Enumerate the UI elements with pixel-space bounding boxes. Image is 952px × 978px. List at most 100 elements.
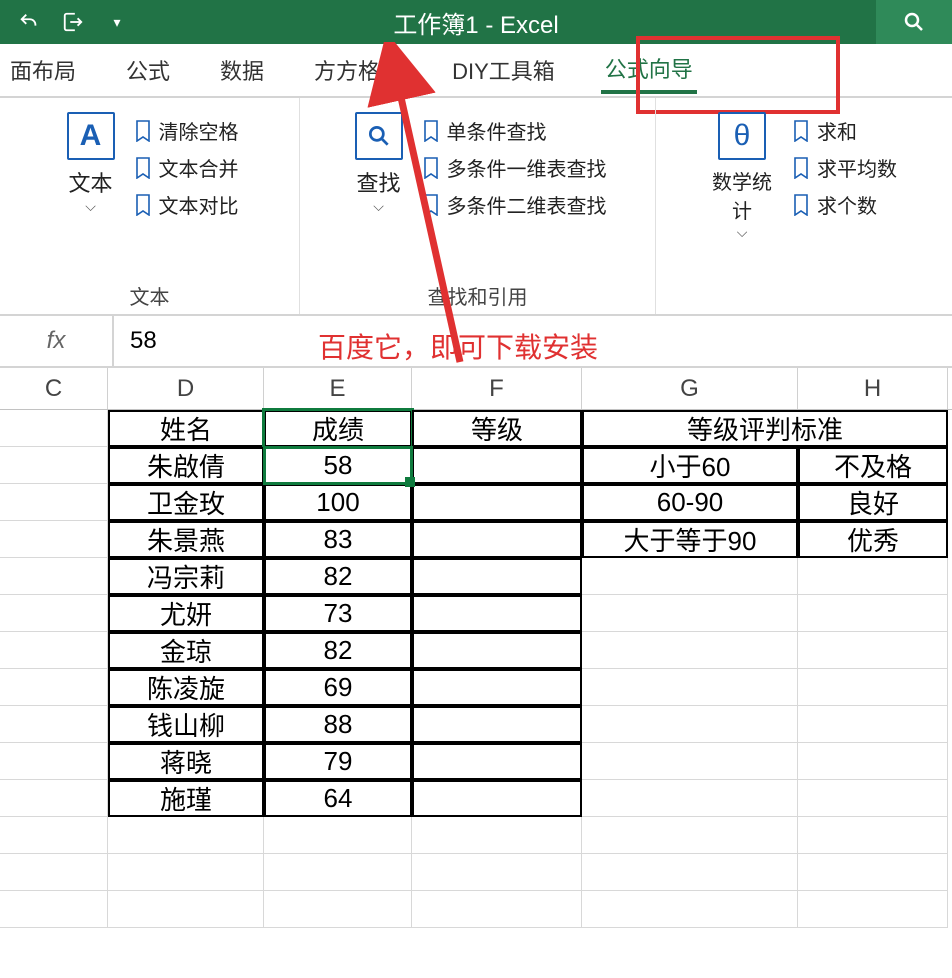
qat-customize-icon[interactable]: ▾ bbox=[106, 11, 128, 33]
cell[interactable] bbox=[412, 817, 582, 854]
col-header-F[interactable]: F bbox=[412, 368, 582, 409]
col-header-D[interactable]: D bbox=[108, 368, 264, 409]
cell[interactable] bbox=[0, 669, 108, 706]
tab-diy-toolbox[interactable]: DIY工具箱 bbox=[448, 48, 559, 92]
cell[interactable] bbox=[582, 706, 798, 743]
cell[interactable] bbox=[0, 447, 108, 484]
cell[interactable] bbox=[412, 632, 582, 669]
find-dropdown-button[interactable]: 查找 ⌵ bbox=[349, 106, 409, 215]
cell[interactable] bbox=[412, 521, 582, 558]
cell[interactable]: 不及格 bbox=[798, 447, 948, 484]
cell[interactable] bbox=[582, 743, 798, 780]
cell[interactable] bbox=[798, 558, 948, 595]
cell[interactable] bbox=[412, 891, 582, 928]
cell[interactable] bbox=[108, 854, 264, 891]
cell[interactable] bbox=[412, 706, 582, 743]
cell[interactable] bbox=[412, 669, 582, 706]
cell[interactable]: 尤妍 bbox=[108, 595, 264, 632]
cell[interactable] bbox=[798, 854, 948, 891]
cell[interactable] bbox=[0, 558, 108, 595]
cell[interactable] bbox=[582, 854, 798, 891]
cell[interactable] bbox=[0, 891, 108, 928]
cell[interactable] bbox=[412, 558, 582, 595]
cmd-sum[interactable]: 求和 bbox=[793, 116, 897, 145]
tab-formula[interactable]: 公式 bbox=[122, 48, 174, 92]
cell[interactable]: 姓名 bbox=[108, 410, 264, 447]
search-button[interactable] bbox=[876, 0, 952, 44]
cell[interactable]: 朱景燕 bbox=[108, 521, 264, 558]
cell[interactable]: 大于等于90 bbox=[582, 521, 798, 558]
cell[interactable]: 等级 bbox=[412, 410, 582, 447]
cell[interactable] bbox=[582, 817, 798, 854]
save-as-icon[interactable] bbox=[62, 11, 84, 33]
cell[interactable] bbox=[798, 706, 948, 743]
cell[interactable] bbox=[0, 410, 108, 447]
cell[interactable] bbox=[412, 743, 582, 780]
cell[interactable] bbox=[0, 743, 108, 780]
cmd-clear-spaces[interactable]: 清除空格 bbox=[135, 116, 239, 145]
cell[interactable] bbox=[582, 780, 798, 817]
cell[interactable] bbox=[264, 817, 412, 854]
tab-fangfang[interactable]: 方方格子 bbox=[310, 48, 406, 92]
tab-data[interactable]: 数据 bbox=[216, 48, 268, 92]
cell[interactable] bbox=[582, 632, 798, 669]
cell[interactable] bbox=[412, 780, 582, 817]
cell[interactable] bbox=[798, 632, 948, 669]
cmd-count[interactable]: 求个数 bbox=[793, 190, 897, 219]
cmd-text-compare[interactable]: 文本对比 bbox=[135, 190, 239, 219]
cell[interactable] bbox=[0, 854, 108, 891]
cell[interactable]: 100 bbox=[264, 484, 412, 521]
tab-formula-wizard[interactable]: 公式向导 bbox=[601, 46, 697, 94]
cell[interactable] bbox=[412, 854, 582, 891]
spreadsheet-grid[interactable]: CDEFGH 姓名成绩等级等级评判标准朱啟倩58小于60不及格卫金玫10060-… bbox=[0, 368, 952, 928]
cell[interactable]: 冯宗莉 bbox=[108, 558, 264, 595]
tab-page-layout[interactable]: 面布局 bbox=[6, 48, 80, 92]
cell[interactable] bbox=[0, 706, 108, 743]
cell[interactable] bbox=[0, 817, 108, 854]
cell[interactable]: 82 bbox=[264, 632, 412, 669]
cell[interactable] bbox=[798, 669, 948, 706]
cell[interactable] bbox=[412, 595, 582, 632]
cmd-multi-2d-lookup[interactable]: 多条件二维表查找 bbox=[423, 190, 607, 219]
cell[interactable] bbox=[798, 817, 948, 854]
cell[interactable] bbox=[798, 891, 948, 928]
cmd-average[interactable]: 求平均数 bbox=[793, 153, 897, 182]
fx-label[interactable]: fx bbox=[0, 316, 114, 366]
text-dropdown-button[interactable]: A 文本 ⌵ bbox=[61, 106, 121, 215]
cell[interactable]: 88 bbox=[264, 706, 412, 743]
cmd-text-merge[interactable]: 文本合并 bbox=[135, 153, 239, 182]
col-header-G[interactable]: G bbox=[582, 368, 798, 409]
cell[interactable]: 69 bbox=[264, 669, 412, 706]
cell[interactable]: 83 bbox=[264, 521, 412, 558]
cell[interactable]: 朱啟倩 bbox=[108, 447, 264, 484]
cell[interactable] bbox=[264, 854, 412, 891]
cell[interactable]: 73 bbox=[264, 595, 412, 632]
criteria-header[interactable]: 等级评判标准 bbox=[582, 410, 948, 447]
col-header-C[interactable]: C bbox=[0, 368, 108, 409]
cell[interactable] bbox=[582, 669, 798, 706]
cell[interactable] bbox=[108, 891, 264, 928]
cell[interactable] bbox=[0, 595, 108, 632]
cell[interactable] bbox=[412, 447, 582, 484]
cell[interactable]: 良好 bbox=[798, 484, 948, 521]
cell[interactable]: 成绩 bbox=[264, 410, 412, 447]
cell[interactable]: 82 bbox=[264, 558, 412, 595]
cell[interactable] bbox=[798, 780, 948, 817]
cell[interactable]: 优秀 bbox=[798, 521, 948, 558]
cell[interactable] bbox=[582, 595, 798, 632]
cmd-single-lookup[interactable]: 单条件查找 bbox=[423, 116, 607, 145]
cell[interactable] bbox=[264, 891, 412, 928]
cell[interactable]: 施瑾 bbox=[108, 780, 264, 817]
cell[interactable] bbox=[798, 595, 948, 632]
cell[interactable]: 58 bbox=[264, 447, 412, 484]
cell[interactable] bbox=[582, 558, 798, 595]
cell[interactable]: 陈凌旋 bbox=[108, 669, 264, 706]
cell[interactable]: 蒋晓 bbox=[108, 743, 264, 780]
cell[interactable]: 小于60 bbox=[582, 447, 798, 484]
math-stat-dropdown-button[interactable]: θ 数学统计 ⌵ bbox=[705, 106, 779, 241]
cell[interactable] bbox=[0, 521, 108, 558]
cell[interactable] bbox=[0, 632, 108, 669]
undo-icon[interactable] bbox=[18, 11, 40, 33]
col-header-E[interactable]: E bbox=[264, 368, 412, 409]
cell[interactable]: 卫金玫 bbox=[108, 484, 264, 521]
